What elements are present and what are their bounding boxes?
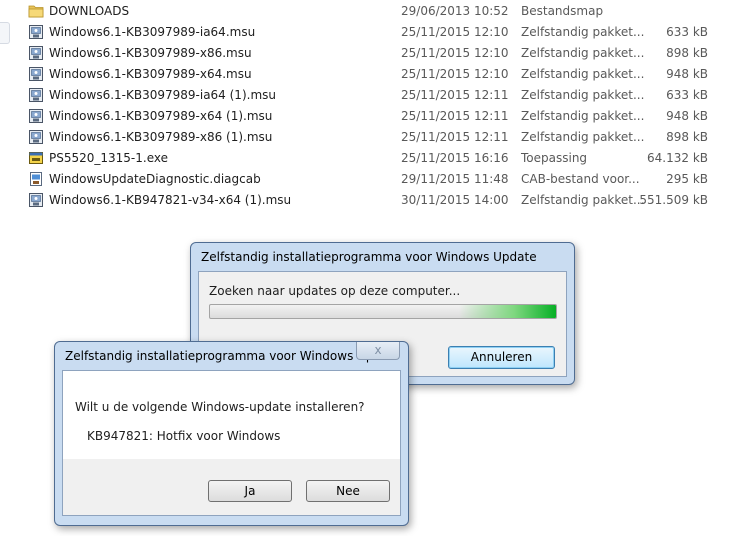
file-type: Zelfstandig pakket... <box>521 130 645 144</box>
file-type: Zelfstandig pakket... <box>521 193 645 207</box>
dialog-button-bar: Ja Nee <box>62 459 401 516</box>
file-name: Windows6.1-KB3097989-x64.msu <box>49 67 252 81</box>
msu-package-icon <box>28 108 44 124</box>
file-row[interactable]: Windows6.1-KB3097989-x86.msu 25/11/2015 1… <box>26 43 726 64</box>
file-size: 551.509 kB <box>639 193 708 207</box>
search-progress-bar <box>209 304 557 319</box>
yes-button[interactable]: Ja <box>208 480 292 502</box>
file-row[interactable]: Windows6.1-KB3097989-ia64 (1).msu 25/11/2… <box>26 85 726 106</box>
file-name: Windows6.1-KB3097989-ia64.msu <box>49 25 256 39</box>
file-type: CAB-bestand voor... <box>521 172 640 186</box>
msu-package-icon <box>28 87 44 103</box>
file-size: 295 kB <box>666 172 708 186</box>
file-row[interactable]: Windows6.1-KB3097989-ia64.msu 25/11/2015 … <box>26 22 726 43</box>
msu-package-icon <box>28 192 44 208</box>
file-date: 25/11/2015 16:16 <box>401 151 509 165</box>
file-size: 948 kB <box>666 67 708 81</box>
file-name: PS5520_1315-1.exe <box>49 151 168 165</box>
file-size: 633 kB <box>666 88 708 102</box>
close-icon: x <box>374 343 382 357</box>
file-size: 64.132 kB <box>647 151 708 165</box>
file-name: DOWNLOADS <box>49 4 130 18</box>
file-type: Zelfstandig pakket... <box>521 25 645 39</box>
file-row[interactable]: DOWNLOADS 29/06/2013 10:52 Bestandsmap <box>26 1 726 22</box>
file-type: Zelfstandig pakket... <box>521 46 645 60</box>
cancel-button[interactable]: Annuleren <box>448 346 555 369</box>
file-row[interactable]: PS5520_1315-1.exe 25/11/2015 16:16 Toepass… <box>26 148 726 169</box>
file-date: 29/11/2015 11:48 <box>401 172 509 186</box>
file-name: Windows6.1-KB3097989-x86 (1).msu <box>49 130 273 144</box>
file-date: 25/11/2015 12:11 <box>401 88 509 102</box>
install-confirm-dialog: Zelfstandig installatieprogramma voor Wi… <box>54 341 409 526</box>
msu-package-icon <box>28 129 44 145</box>
file-row[interactable]: Windows6.1-KB3097989-x64.msu 25/11/2015 1… <box>26 64 726 85</box>
folder-icon <box>28 3 44 19</box>
file-type: Zelfstandig pakket... <box>521 67 645 81</box>
close-button[interactable]: x <box>356 342 400 360</box>
file-type: Zelfstandig pakket... <box>521 109 645 123</box>
file-date: 25/11/2015 12:10 <box>401 67 509 81</box>
file-date: 25/11/2015 12:11 <box>401 109 509 123</box>
msu-package-icon <box>28 45 44 61</box>
file-type: Bestandsmap <box>521 4 604 18</box>
file-date: 25/11/2015 12:10 <box>401 25 509 39</box>
file-row[interactable]: WindowsUpdateDiagnostic.diagcab 29/11/201… <box>26 169 726 190</box>
update-name: KB947821: Hotfix voor Windows <box>87 429 281 443</box>
file-row[interactable]: Windows6.1-KB947821-v34-x64 (1).msu 30/11… <box>26 190 726 211</box>
status-message: Zoeken naar updates op deze computer... <box>209 284 461 298</box>
file-row[interactable]: Windows6.1-KB3097989-x64 (1).msu 25/11/20… <box>26 106 726 127</box>
progress-bar-fill <box>210 305 556 318</box>
file-date: 25/11/2015 12:10 <box>401 46 509 60</box>
file-date: 30/11/2015 14:00 <box>401 193 509 207</box>
file-size: 898 kB <box>666 130 708 144</box>
file-name: WindowsUpdateDiagnostic.diagcab <box>49 172 261 186</box>
dialog-title: Zelfstandig installatieprogramma voor Wi… <box>65 349 393 363</box>
msu-package-icon <box>28 66 44 82</box>
file-name: Windows6.1-KB947821-v34-x64 (1).msu <box>49 193 292 207</box>
dialog-title: Zelfstandig installatieprogramma voor Wi… <box>201 250 537 264</box>
dialog-content: Wilt u de volgende Windows-update instal… <box>62 370 401 460</box>
file-name: Windows6.1-KB3097989-x64 (1).msu <box>49 109 273 123</box>
navigation-pane-edge <box>0 0 10 536</box>
navigation-pane-item[interactable] <box>0 22 10 44</box>
install-question: Wilt u de volgende Windows-update instal… <box>75 400 365 414</box>
file-size: 898 kB <box>666 46 708 60</box>
file-name: Windows6.1-KB3097989-x86.msu <box>49 46 252 60</box>
file-size: 948 kB <box>666 109 708 123</box>
file-name: Windows6.1-KB3097989-ia64 (1).msu <box>49 88 276 102</box>
msu-package-icon <box>28 24 44 40</box>
file-type: Toepassing <box>521 151 588 165</box>
diagcab-icon <box>28 171 44 187</box>
no-button[interactable]: Nee <box>306 480 390 502</box>
file-size: 633 kB <box>666 25 708 39</box>
exe-application-icon <box>28 150 44 166</box>
file-date: 25/11/2015 12:11 <box>401 130 509 144</box>
file-row[interactable]: Windows6.1-KB3097989-x86 (1).msu 25/11/20… <box>26 127 726 148</box>
file-type: Zelfstandig pakket... <box>521 88 645 102</box>
file-date: 29/06/2013 10:52 <box>401 4 509 18</box>
